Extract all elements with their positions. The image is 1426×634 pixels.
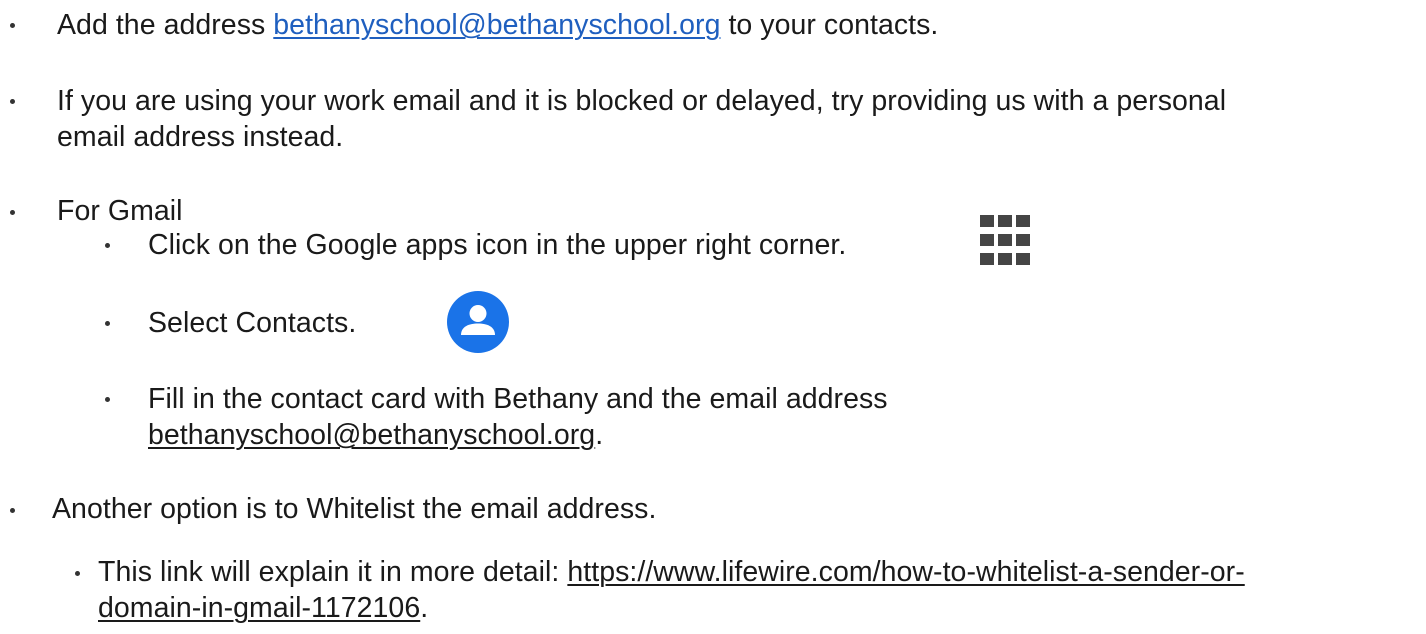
lifewire-link-part1[interactable]: https://www.lifewire.com/how-to-whitelis…: [567, 556, 1244, 588]
sub-bullet-1: [105, 243, 110, 248]
item-add-address-prefix: Add the address: [57, 9, 274, 41]
subitem-lifewire-period: .: [420, 592, 429, 624]
google-apps-grid-icon: [980, 215, 1032, 267]
google-contacts-icon: [447, 291, 509, 353]
email-link-2[interactable]: bethanyschool@bethanyschool.org: [148, 419, 595, 451]
subitem-lifewire-line1: This link will explain it in more detail…: [98, 554, 1245, 590]
subitem-select-contacts: Select Contacts.: [148, 307, 357, 339]
sub-bullet-2: [105, 321, 110, 326]
bullet-4: [10, 508, 15, 513]
subitem-lifewire-line2: domain-in-gmail-1172106.: [98, 590, 428, 626]
item-whitelist: Another option is to Whitelist the email…: [52, 493, 657, 525]
sub-bullet-3: [105, 397, 110, 402]
bullet-1: [10, 23, 15, 28]
subitem-click-apps: Click on the Google apps icon in the upp…: [148, 229, 847, 261]
bullet-3: [10, 210, 15, 215]
item-work-email-line2: email address instead.: [57, 121, 344, 153]
item-work-email-line1: If you are using your work email and it …: [57, 85, 1227, 117]
email-link[interactable]: bethanyschool@bethanyschool.org: [273, 9, 720, 41]
subitem-fill-card-line1: Fill in the contact card with Bethany an…: [148, 383, 888, 415]
item-add-address: Add the address bethanyschool@bethanysch…: [57, 7, 938, 43]
subitem-fill-card-line2: bethanyschool@bethanyschool.org.: [148, 417, 603, 453]
subitem-fill-card-period: .: [595, 419, 604, 451]
subitem-lifewire-prefix: This link will explain it in more detail…: [98, 556, 568, 588]
sub-bullet-4: [75, 571, 80, 576]
lifewire-link-part2[interactable]: domain-in-gmail-1172106: [98, 592, 420, 624]
bullet-2: [10, 99, 15, 104]
item-for-gmail: For Gmail: [57, 195, 183, 227]
item-add-address-suffix: to your contacts.: [720, 9, 939, 41]
